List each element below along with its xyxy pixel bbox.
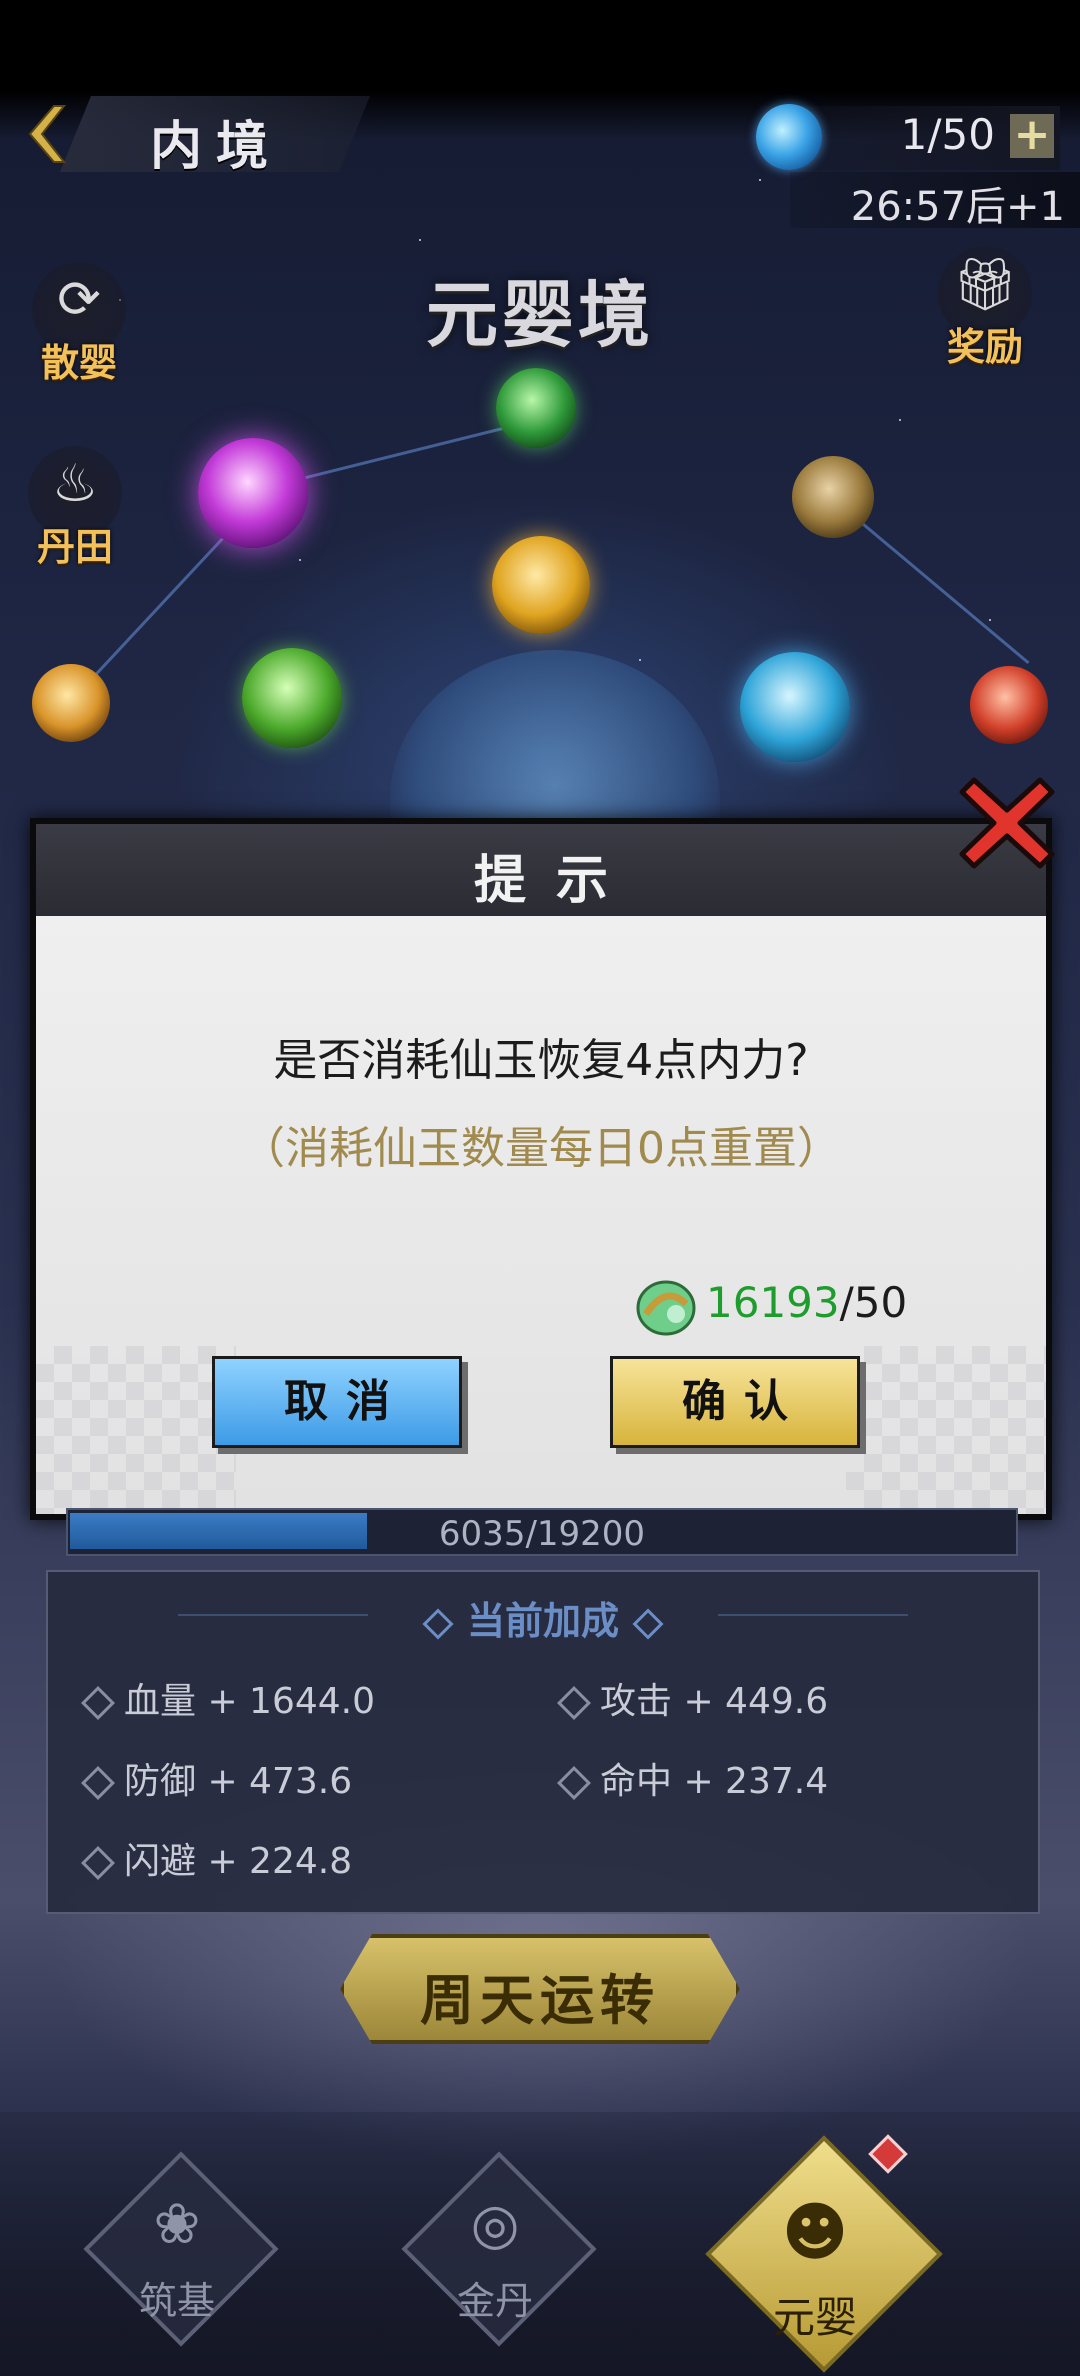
reward-label: 奖励	[946, 325, 1023, 369]
confirm-button[interactable]: 确认	[610, 1356, 860, 1448]
confirm-dialog: 提示 是否消耗仙玉恢复4点内力? （消耗仙玉数量每日0点重置） 16193/50…	[30, 818, 1052, 1520]
sprout-orb[interactable]	[242, 648, 342, 748]
bronze-vortex-orb[interactable]	[792, 456, 874, 538]
diamond-bullet-icon	[81, 1686, 115, 1720]
dialog-question: 是否消耗仙玉恢复4点内力?	[273, 1035, 809, 1086]
nav-label: 元婴	[772, 2293, 857, 2342]
spiral-icon: ◎	[470, 2192, 520, 2257]
cultivation-progress-bar: 6035/19200	[66, 1508, 1018, 1556]
stat-attack: 攻击 + 449.6	[557, 1672, 829, 1724]
diamond-bullet-icon	[557, 1766, 591, 1800]
bonus-title: 当前加成	[48, 1590, 1038, 1645]
amber-vortex-orb[interactable]	[32, 664, 110, 742]
nav-item-foundation[interactable]: ❀ 筑基	[82, 2151, 279, 2347]
bonus-title-text: 当前加成	[466, 1599, 619, 1643]
yin-yang-orb[interactable]	[198, 438, 308, 548]
dialog-note: （消耗仙玉数量每日0点重置）	[241, 1123, 841, 1174]
diamond-bullet-icon	[81, 1846, 115, 1880]
dantian-button[interactable]: ♨ 丹田	[20, 446, 130, 569]
bonus-panel: 当前加成 血量 + 1644.0 攻击 + 449.6 防御 + 473.6 命…	[46, 1570, 1040, 1914]
cancel-button[interactable]: 取消	[212, 1356, 462, 1448]
dialog-pattern	[846, 1346, 1046, 1514]
stat-label: 血量 + 1644.0	[124, 1681, 376, 1722]
stat-accuracy: 命中 + 237.4	[557, 1752, 829, 1804]
progress-text: 6035/19200	[438, 1514, 646, 1554]
add-energy-button[interactable]: +	[1010, 113, 1054, 158]
flame-icon: ♨	[51, 454, 99, 514]
dialog-title: 提示	[473, 851, 638, 911]
nav-label: 筑基	[138, 2279, 215, 2323]
reward-button[interactable]: 🎁︎ 奖励	[930, 246, 1040, 369]
realm-title: 元婴境	[425, 273, 654, 357]
stat-dodge: 闪避 + 224.8	[81, 1832, 353, 1884]
jade-cost: 16193/50	[706, 1278, 907, 1327]
energy-orb-icon	[756, 104, 822, 170]
jade-required: /50	[839, 1278, 908, 1327]
red-vortex-orb[interactable]	[970, 666, 1048, 744]
close-icon[interactable]	[952, 768, 1062, 878]
dialog-pattern	[36, 1346, 236, 1514]
page-title: 内境	[150, 117, 283, 177]
cycle-arrows-icon: ⟳	[57, 270, 101, 330]
diamond-icon	[632, 1607, 664, 1640]
disperse-button[interactable]: ⟳ 散婴	[24, 262, 134, 385]
stat-label: 闪避 + 224.8	[124, 1841, 353, 1882]
green-vortex-orb[interactable]	[496, 368, 576, 448]
nav-item-golden-core[interactable]: ◎ 金丹	[400, 2151, 597, 2347]
cycle-button-label: 周天运转	[420, 1969, 660, 2032]
gift-icon: 🎁︎	[951, 255, 1018, 315]
diamond-bullet-icon	[81, 1766, 115, 1800]
diamond-icon	[422, 1607, 454, 1640]
golden-figure-orb[interactable]	[492, 536, 590, 634]
soul-face-icon: ☻	[781, 2196, 849, 2270]
jade-owned: 16193	[706, 1278, 840, 1327]
dialog-body: 是否消耗仙玉恢复4点内力? （消耗仙玉数量每日0点重置） 16193/50 取消…	[36, 916, 1046, 1514]
back-button[interactable]	[10, 96, 80, 172]
energy-count: 1/50	[900, 110, 995, 159]
stat-label: 命中 + 237.4	[600, 1761, 829, 1802]
disperse-label: 散婴	[40, 341, 117, 385]
lotus-icon: ❀	[153, 2192, 201, 2257]
recovery-timer: 26:57后+1	[850, 184, 1065, 230]
stat-defense: 防御 + 473.6	[81, 1752, 353, 1804]
diamond-bullet-icon	[557, 1686, 591, 1720]
jade-icon	[636, 1280, 696, 1336]
nav-item-nascent-soul[interactable]: ☻ 元婴	[705, 2135, 943, 2373]
stat-hp: 血量 + 1644.0	[81, 1672, 376, 1724]
stat-label: 防御 + 473.6	[124, 1761, 353, 1802]
dialog-header: 提示	[36, 824, 1046, 916]
stat-label: 攻击 + 449.6	[600, 1681, 829, 1722]
nav-label: 金丹	[456, 2279, 533, 2323]
dantian-label: 丹田	[36, 525, 113, 569]
cycle-button[interactable]: 周天运转	[340, 1934, 740, 2044]
blue-gear-orb[interactable]	[740, 652, 850, 762]
back-arrow-icon	[28, 105, 67, 163]
